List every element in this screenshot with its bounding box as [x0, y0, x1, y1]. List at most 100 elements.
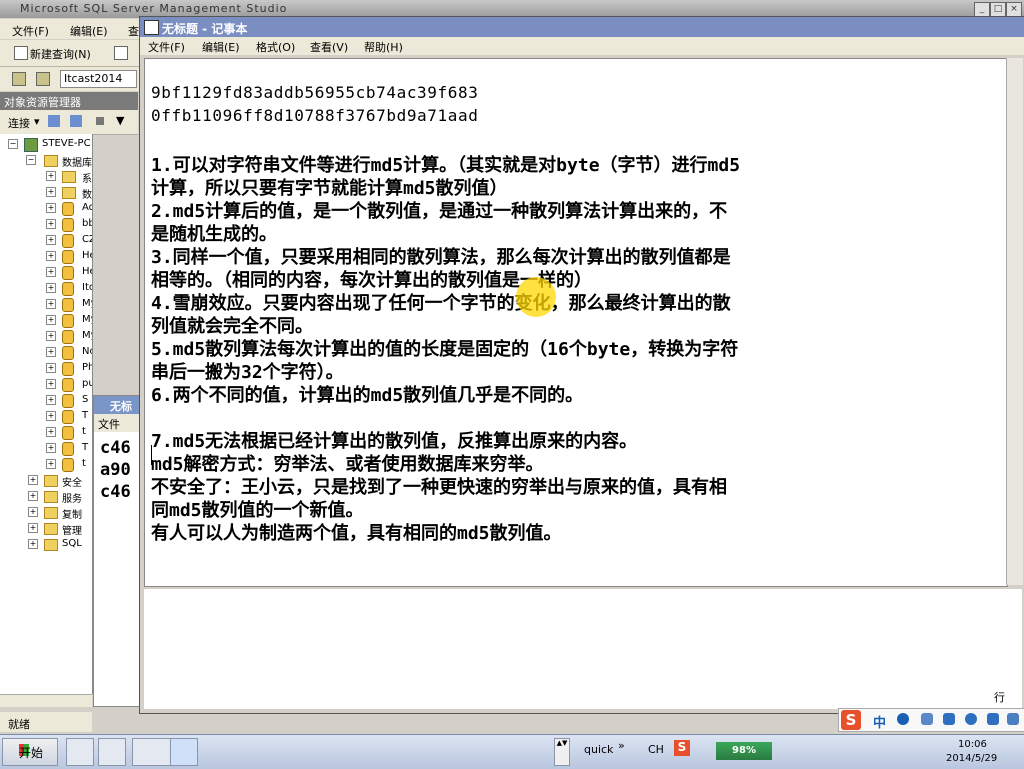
quick-launch-expand[interactable]: »	[618, 739, 625, 752]
hash-line: 0ffb11096ff8d10788f3767bd9a71aad	[151, 106, 479, 125]
punctuation-icon[interactable]	[921, 713, 933, 725]
expand-icon[interactable]: +	[46, 299, 56, 309]
notepad-title-bar[interactable]: 无标题 - 记事本	[140, 17, 1024, 37]
tree-item-label: CZBKNet03	[82, 234, 92, 245]
taskbar-scroll-button[interactable]: ▲▼	[554, 738, 570, 766]
register-icon[interactable]	[48, 115, 60, 127]
expand-icon[interactable]: +	[46, 203, 56, 213]
tree-item-label: bbs	[82, 218, 92, 229]
expand-icon[interactable]: +	[46, 395, 56, 405]
notepad-menu-help[interactable]: 帮助(H)	[364, 39, 403, 55]
expand-icon[interactable]: +	[46, 331, 56, 341]
connect-icon[interactable]	[12, 72, 26, 86]
expand-icon[interactable]: +	[46, 235, 56, 245]
open-file-icon[interactable]	[114, 46, 128, 60]
skin-icon[interactable]	[987, 713, 999, 725]
object-explorer-hscroll[interactable]	[0, 694, 92, 707]
tree-item-label: 管理	[62, 526, 82, 537]
notepad-title: 无标题 - 记事本	[162, 22, 248, 36]
folder-icon	[44, 507, 58, 519]
minimize-button[interactable]: _	[974, 2, 990, 17]
expand-icon[interactable]: +	[46, 267, 56, 277]
background-notepad-menu-file[interactable]: 文件	[98, 416, 120, 432]
menu-view[interactable]: 查	[128, 23, 139, 39]
collapse-icon[interactable]: −	[8, 139, 18, 149]
quick-launch-label[interactable]: quick	[584, 743, 613, 756]
chevron-down-icon[interactable]: ▾	[34, 115, 40, 128]
wrench-icon[interactable]	[1007, 713, 1019, 725]
expand-icon[interactable]: +	[28, 475, 38, 485]
clock-date[interactable]: 2014/5/29	[946, 753, 997, 764]
expand-icon[interactable]: +	[28, 523, 38, 533]
expand-icon[interactable]: +	[46, 171, 56, 181]
expand-icon[interactable]: +	[28, 491, 38, 501]
clock-time[interactable]: 10:06	[958, 739, 987, 750]
ime-logo-icon[interactable]: S	[841, 710, 861, 730]
moon-icon[interactable]	[897, 713, 909, 725]
expand-icon[interactable]: +	[28, 507, 38, 517]
collapse-icon[interactable]: −	[26, 155, 36, 165]
ime-toolbar[interactable]: S 中	[838, 708, 1024, 732]
user-icon[interactable]	[965, 713, 977, 725]
taskbar-app-icon[interactable]	[66, 738, 94, 766]
expand-icon[interactable]: +	[46, 187, 56, 197]
notepad-menu-view[interactable]: 查看(V)	[310, 39, 348, 55]
tree-item-label: MyDatabas	[82, 314, 92, 325]
start-button[interactable]: 开始	[2, 738, 58, 766]
notepad-menu-edit[interactable]: 编辑(E)	[202, 39, 240, 55]
expand-icon[interactable]: +	[46, 315, 56, 325]
restore-button[interactable]: □	[990, 2, 1006, 17]
expand-icon[interactable]: +	[28, 539, 38, 549]
status-text: 就绪	[8, 718, 30, 731]
notepad-vertical-scrollbar[interactable]	[1006, 58, 1023, 585]
background-notepad-line: c46	[100, 482, 131, 502]
start-label: 开始	[19, 746, 44, 760]
ime-mode[interactable]: 中	[873, 712, 886, 731]
expand-icon[interactable]: +	[46, 427, 56, 437]
ssms-menu-bar: 文件(F) 编辑(E) 查	[0, 19, 140, 39]
expand-icon[interactable]: +	[46, 251, 56, 261]
notepad-status-text: 行	[994, 691, 1005, 704]
tree-item-label: 数据库快照	[82, 190, 92, 201]
new-query-icon	[14, 46, 28, 60]
expand-icon[interactable]: +	[46, 219, 56, 229]
object-explorer-tree[interactable]: − STEVE-PC (SQL S − 数据库 + 系统数据库 + 数据库快照 + Adv…	[0, 134, 93, 694]
tree-item-label: Northwind	[82, 346, 92, 357]
notepad-window[interactable]: 无标题 - 记事本 文件(F) 编辑(E) 格式(O) 查看(V) 帮助(H) …	[139, 16, 1024, 714]
expand-icon[interactable]: +	[46, 443, 56, 453]
expand-icon[interactable]: +	[46, 411, 56, 421]
menu-file[interactable]: 文件(F)	[12, 23, 49, 39]
language-indicator[interactable]: CH	[648, 743, 664, 756]
expand-icon[interactable]: +	[46, 363, 56, 373]
notepad-menu-file[interactable]: 文件(F)	[148, 39, 185, 55]
folder-icon	[44, 523, 58, 535]
filter-icon[interactable]: ▼	[116, 114, 124, 127]
ssms-taskbar-button[interactable]	[132, 738, 174, 766]
notepad-menu-format[interactable]: 格式(O)	[256, 39, 295, 55]
tree-item-label: 复制	[62, 510, 82, 521]
tree-item-label: pubs	[82, 378, 92, 389]
database-selector[interactable]: Itcast2014	[60, 70, 137, 88]
ime-tray-icon[interactable]: S	[674, 740, 690, 756]
tree-item-label: S	[82, 394, 89, 405]
expand-icon[interactable]: +	[46, 283, 56, 293]
disconnect-icon[interactable]	[70, 115, 82, 127]
keyboard-icon[interactable]	[943, 713, 955, 725]
battery-indicator[interactable]: 98%	[716, 742, 772, 760]
explorer-icon[interactable]	[98, 738, 126, 766]
expand-icon[interactable]: +	[46, 347, 56, 357]
close-button[interactable]: ×	[1006, 2, 1022, 17]
notepad-text-area[interactable]: 9bf1129fd83addb56955cb74ac39f683 0ffb110…	[144, 58, 1008, 587]
tree-item-label: Itcast201	[82, 282, 92, 293]
connect-dropdown[interactable]: 连接	[8, 115, 30, 131]
new-query-button[interactable]: 新建查询(N)	[30, 46, 91, 62]
menu-edit[interactable]: 编辑(E)	[70, 23, 108, 39]
expand-icon[interactable]: +	[46, 459, 56, 469]
disconnect-icon[interactable]	[36, 72, 50, 86]
tree-item-label: 系统数据库	[82, 174, 92, 185]
notepad-taskbar-button[interactable]	[170, 738, 198, 766]
tree-item-label: 服务	[62, 494, 82, 505]
expand-icon[interactable]: +	[46, 379, 56, 389]
stop-icon[interactable]	[96, 117, 104, 125]
tree-item-label: PhoneNumM	[82, 362, 92, 373]
